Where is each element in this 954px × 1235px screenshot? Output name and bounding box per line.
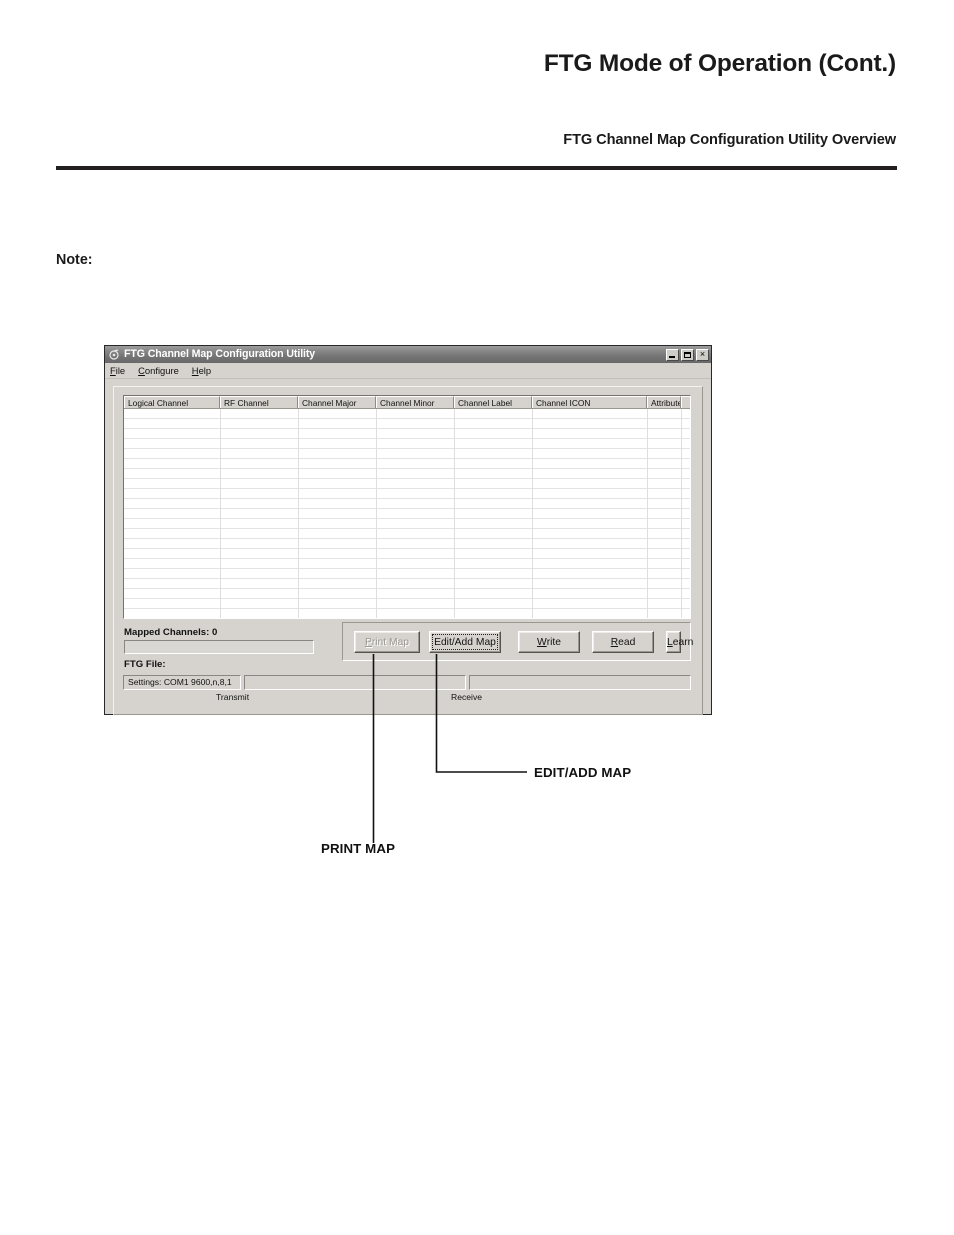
column-header-channel-icon[interactable]: Channel ICON (532, 396, 647, 408)
page-title: FTG Mode of Operation (Cont.) (543, 50, 896, 77)
status-settings: Settings: COM1 9600,n,8,1 (123, 675, 241, 690)
ftg-file-label: FTG File: (124, 659, 166, 670)
callout-label-print-map: PRINT MAP (321, 841, 396, 856)
minimize-icon[interactable] (666, 348, 679, 361)
column-header-rf-channel[interactable]: RF Channel (220, 396, 298, 408)
statusbar: Settings: COM1 9600,n,8,1 Transmit Recei… (123, 675, 691, 705)
window-title: FTG Channel Map Configuration Utility (124, 348, 316, 360)
main-panel: Logical Channel RF Channel Channel Major… (113, 386, 703, 715)
ftg-channel-map-configuration-utility-window: FTG Channel Map Configuration Utility × … (104, 345, 712, 715)
mapped-channels-field[interactable] (124, 640, 314, 654)
grid-header-row: Logical Channel RF Channel Channel Major… (124, 396, 690, 409)
grid-body[interactable] (124, 409, 690, 618)
column-header-spacer[interactable] (681, 396, 690, 408)
close-icon[interactable]: × (696, 348, 709, 361)
column-header-logical-channel[interactable]: Logical Channel (124, 396, 220, 408)
action-button-group: Print Map Edit/Add Map Write Read Learn (342, 622, 693, 661)
channel-map-grid[interactable]: Logical Channel RF Channel Channel Major… (123, 395, 691, 619)
edit-add-map-button[interactable]: Edit/Add Map (429, 631, 501, 653)
window-controls: × (666, 348, 709, 361)
note-label: Note: (56, 252, 93, 268)
app-icon (109, 349, 120, 360)
menu-item-file[interactable]: FFileile (108, 365, 127, 377)
status-transmit-value (244, 675, 466, 690)
window-titlebar: FTG Channel Map Configuration Utility × (105, 346, 711, 363)
callout-label-edit-add-map: EDIT/ADD MAP (534, 765, 632, 780)
column-header-attribute[interactable]: Attribute (647, 396, 681, 408)
status-transmit-caption: Transmit (216, 692, 250, 702)
read-button[interactable]: Read (592, 631, 654, 653)
status-receive-value (469, 675, 691, 690)
status-receive-caption: Receive (451, 692, 483, 702)
write-button[interactable]: Write (518, 631, 580, 653)
print-map-button[interactable]: Print Map (354, 631, 420, 653)
menubar: FFileile Configure Help (105, 363, 711, 379)
column-header-channel-minor[interactable]: Channel Minor (376, 396, 454, 408)
maximize-icon[interactable] (681, 348, 694, 361)
page-subtitle: FTG Channel Map Configuration Utility Ov… (563, 132, 896, 148)
column-header-channel-major[interactable]: Channel Major (298, 396, 376, 408)
window-client-area: Logical Channel RF Channel Channel Major… (105, 379, 711, 715)
mapped-channels-label: Mapped Channels: 0 (124, 627, 218, 638)
header-divider (56, 166, 897, 170)
column-header-channel-label[interactable]: Channel Label (454, 396, 532, 408)
menu-item-configure[interactable]: Configure (136, 365, 181, 377)
menu-item-help[interactable]: Help (190, 365, 213, 377)
learn-button[interactable]: Learn (666, 631, 693, 653)
